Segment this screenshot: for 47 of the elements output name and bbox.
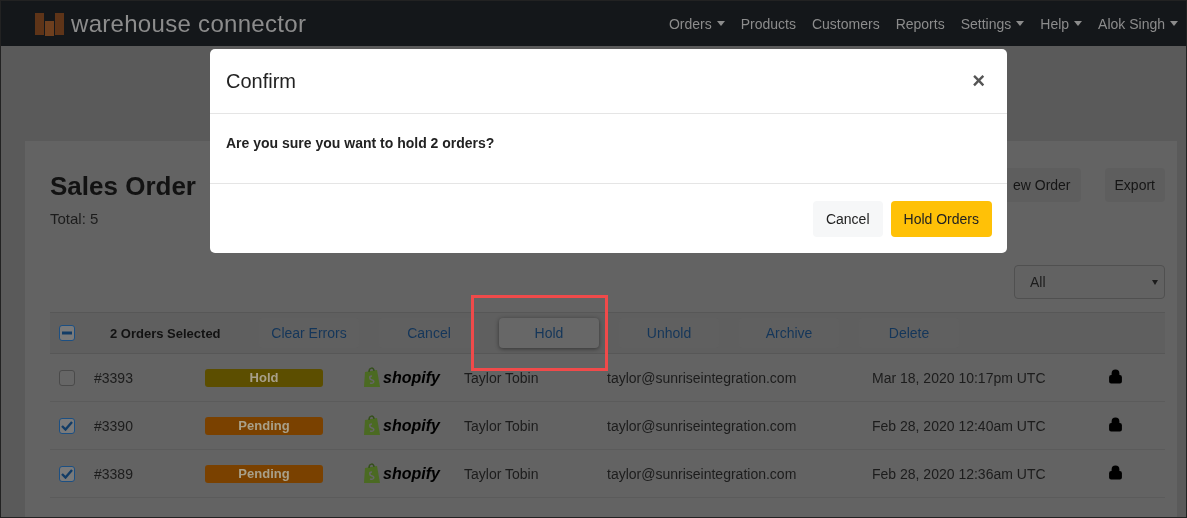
order-date: Mar 18, 2020 10:17pm UTC — [872, 369, 1047, 386]
selection-count: 2 Orders Selected — [110, 325, 222, 341]
customer-name: Taylor Tobin — [464, 369, 540, 386]
cancel-button[interactable]: Cancel — [812, 200, 883, 237]
row-checkbox[interactable] — [59, 369, 75, 386]
customer-name: Taylor Tobin — [464, 417, 540, 434]
total-count: Total: 5 — [50, 210, 99, 227]
toolbar-button[interactable]: Export — [1104, 168, 1165, 202]
logo-icon — [35, 10, 65, 37]
dialog-title: Confirm — [226, 69, 296, 93]
status-badge: Pending — [205, 464, 323, 483]
nav-link[interactable]: Alok Singh — [1098, 15, 1178, 32]
status-badge: Hold — [205, 368, 323, 387]
page-title: Sales Order — [50, 171, 196, 202]
store-name: shopify — [383, 464, 440, 483]
order-number: #3393 — [94, 369, 134, 386]
status-badge: Pending — [205, 416, 323, 435]
row-checkbox[interactable] — [59, 417, 75, 434]
shopping-bag-icon — [363, 367, 381, 388]
shopping-bag-icon — [363, 463, 381, 484]
close-button[interactable]: × — [966, 68, 991, 94]
minus-icon — [62, 331, 72, 335]
nav-link[interactable]: Customers — [811, 15, 880, 32]
order-date: Feb 28, 2020 12:36am UTC — [872, 465, 1047, 482]
shopping-bag-icon — [363, 415, 381, 436]
select-all-checkbox[interactable] — [59, 325, 75, 341]
brand-name: warehouse connector — [71, 9, 307, 38]
order-number: #3389 — [94, 465, 134, 482]
nav-link[interactable]: Help — [1040, 15, 1083, 32]
order-date: Feb 28, 2020 12:40am UTC — [872, 417, 1047, 434]
hold-orders-button[interactable]: Hold Orders — [890, 200, 992, 237]
customer-email: taylor@sunriseintegration.com — [607, 465, 798, 482]
check-icon — [61, 420, 73, 431]
row-checkbox[interactable] — [59, 465, 75, 482]
check-icon — [61, 468, 73, 479]
customer-email: taylor@sunriseintegration.com — [607, 369, 798, 386]
customer-email: taylor@sunriseintegration.com — [607, 417, 798, 434]
store-name: shopify — [383, 416, 440, 435]
customer-name: Taylor Tobin — [464, 465, 540, 482]
nav-link[interactable]: Orders — [668, 15, 725, 32]
filter-select[interactable]: All — [1014, 265, 1165, 299]
nav-link[interactable]: Settings — [960, 15, 1025, 32]
nav-link[interactable]: Reports — [895, 15, 945, 32]
order-number: #3390 — [94, 417, 134, 434]
store-name: shopify — [383, 368, 440, 387]
nav-link[interactable]: Products — [740, 15, 796, 32]
dialog-message: Are you sure you want to hold 2 orders? — [226, 135, 495, 151]
